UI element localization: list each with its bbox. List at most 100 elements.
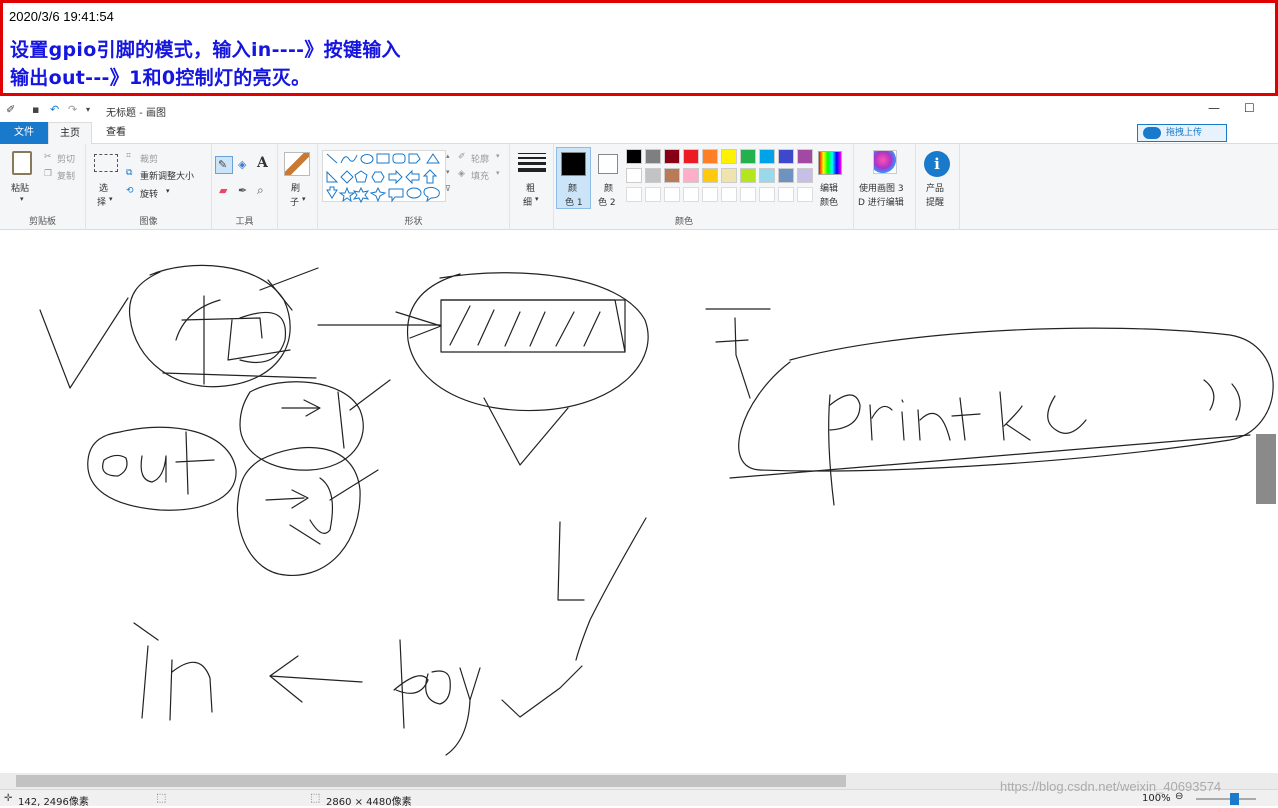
edit-colors-icon[interactable] — [818, 151, 842, 175]
select-dropdown-icon[interactable]: ▾ — [109, 195, 113, 203]
zoom-slider-handle[interactable] — [1230, 793, 1239, 805]
minimize-button[interactable]: — — [1208, 101, 1220, 115]
color-swatch[interactable] — [778, 168, 794, 183]
select-label-1[interactable]: 选 — [99, 181, 108, 194]
color-swatch[interactable] — [664, 168, 680, 183]
color-swatch[interactable] — [626, 187, 642, 202]
shapes-scroll-up-icon[interactable]: ▴ — [446, 152, 450, 160]
color-2-label-1[interactable]: 颜 — [604, 181, 613, 194]
magnifier-icon[interactable]: ⌕ — [257, 183, 264, 198]
color-swatch[interactable] — [702, 168, 718, 183]
color-swatch[interactable] — [778, 149, 794, 164]
color-swatch[interactable] — [626, 168, 642, 183]
color-swatch[interactable] — [702, 187, 718, 202]
color-swatch[interactable] — [645, 187, 661, 202]
size-label-1[interactable]: 粗 — [526, 181, 535, 194]
tab-view[interactable]: 查看 — [96, 122, 136, 144]
paint3d-icon[interactable] — [873, 150, 897, 174]
select-label-2[interactable]: 择 — [97, 195, 106, 208]
outline-button[interactable]: 轮廓 — [471, 152, 489, 165]
color-2-label-2[interactable]: 色 2 — [598, 195, 616, 208]
crop-button[interactable]: 裁剪 — [140, 152, 158, 165]
color-swatch[interactable] — [740, 149, 756, 164]
color-swatch[interactable] — [645, 168, 661, 183]
brushes-label-2[interactable]: 子 — [290, 195, 299, 208]
zoom-slider[interactable] — [1196, 798, 1256, 800]
color-swatch[interactable] — [797, 168, 813, 183]
color-swatch[interactable] — [797, 187, 813, 202]
annotation-note: 2020/3/6 19:41:54 设置gpio引脚的模式，输入in----》按… — [0, 0, 1278, 96]
color-swatch[interactable] — [683, 187, 699, 202]
color-swatch[interactable] — [721, 149, 737, 164]
color-swatch[interactable] — [797, 149, 813, 164]
color-2-swatch[interactable] — [598, 154, 618, 174]
quick-access-dropdown-icon[interactable]: ▾ — [86, 105, 90, 114]
shapes-scroll-down-icon[interactable]: ▾ — [446, 168, 450, 176]
color-picker-icon[interactable]: ✒ — [238, 184, 247, 197]
shapes-gallery[interactable] — [322, 150, 446, 203]
line-size-icon[interactable] — [518, 152, 546, 174]
paste-icon[interactable] — [12, 151, 32, 175]
paint3d-group: 使用画图 3 D 进行编辑 — [854, 144, 916, 230]
color-swatch[interactable] — [664, 187, 680, 202]
copy-button[interactable]: 复制 — [57, 169, 75, 182]
product-alert-label-2[interactable]: 提醒 — [926, 195, 944, 208]
color-swatch[interactable] — [626, 149, 642, 164]
rotate-dropdown-icon[interactable]: ▾ — [166, 187, 170, 195]
edit-colors-label-2[interactable]: 颜色 — [820, 195, 838, 208]
brush-icon[interactable] — [284, 152, 310, 176]
color-swatch[interactable] — [759, 149, 775, 164]
resize-button[interactable]: 重新调整大小 — [140, 169, 194, 182]
fill-button[interactable]: 填充 — [471, 169, 489, 182]
upload-button[interactable]: 拖拽上传 — [1137, 124, 1227, 142]
color-swatch[interactable] — [664, 149, 680, 164]
undo-icon[interactable]: ↶ — [50, 103, 59, 116]
color-swatch[interactable] — [740, 187, 756, 202]
text-tool-icon[interactable]: A — [257, 155, 268, 171]
paint3d-label-2[interactable]: D 进行编辑 — [858, 195, 904, 208]
color-swatch[interactable] — [683, 149, 699, 164]
info-icon[interactable]: i — [924, 151, 950, 177]
tab-file[interactable]: 文件 — [0, 122, 48, 144]
size-dropdown-icon[interactable]: ▾ — [535, 195, 539, 203]
shapes-expand-icon[interactable]: ⊽ — [445, 184, 451, 193]
sketch-drawing — [39, 264, 1274, 756]
drawing-canvas[interactable] — [0, 231, 1278, 773]
size-group: 粗 细 ▾ — [510, 144, 554, 230]
color-swatch[interactable] — [645, 149, 661, 164]
vertical-scrollbar-thumb[interactable] — [1256, 434, 1276, 504]
crop-icon: ⌗ — [126, 151, 132, 161]
color-swatch[interactable] — [778, 187, 794, 202]
colors-group-label: 颜色 — [674, 217, 693, 227]
cursor-position-icon: ✛ — [4, 793, 13, 804]
outline-dropdown-icon[interactable]: ▾ — [496, 152, 500, 160]
product-alert-label-1[interactable]: 产品 — [926, 181, 944, 194]
color-swatch[interactable] — [683, 168, 699, 183]
cut-button[interactable]: 剪切 — [57, 152, 75, 165]
tools-group: ✎ ◈ A ▰ ✒ ⌕ 工具 — [212, 144, 278, 230]
eraser-icon[interactable]: ▰ — [219, 184, 227, 197]
color-swatch[interactable] — [759, 168, 775, 183]
edit-colors-label-1[interactable]: 编辑 — [820, 181, 838, 194]
redo-icon[interactable]: ↷ — [68, 103, 77, 116]
horizontal-scrollbar-thumb[interactable] — [16, 775, 846, 787]
color-swatch[interactable] — [721, 168, 737, 183]
paint3d-label-1[interactable]: 使用画图 3 — [859, 181, 904, 194]
tab-home[interactable]: 主页 — [48, 122, 92, 144]
fill-bucket-icon[interactable]: ◈ — [238, 158, 246, 171]
fill-dropdown-icon[interactable]: ▾ — [496, 169, 500, 177]
maximize-button[interactable]: ☐ — [1244, 101, 1255, 115]
color-swatch[interactable] — [759, 187, 775, 202]
rotate-button[interactable]: 旋转 — [140, 187, 158, 200]
brushes-dropdown-icon[interactable]: ▾ — [302, 195, 306, 203]
paste-dropdown-icon[interactable]: ▾ — [20, 195, 24, 203]
select-icon[interactable] — [94, 154, 118, 172]
brushes-label-1[interactable]: 刷 — [291, 181, 300, 194]
color-swatch[interactable] — [740, 168, 756, 183]
color-swatch[interactable] — [702, 149, 718, 164]
tools-group-label: 工具 — [235, 217, 254, 227]
color-swatch[interactable] — [721, 187, 737, 202]
size-label-2[interactable]: 细 — [523, 195, 532, 208]
save-icon[interactable]: ▪ — [32, 103, 39, 116]
paste-button[interactable]: 粘贴 — [11, 181, 29, 194]
